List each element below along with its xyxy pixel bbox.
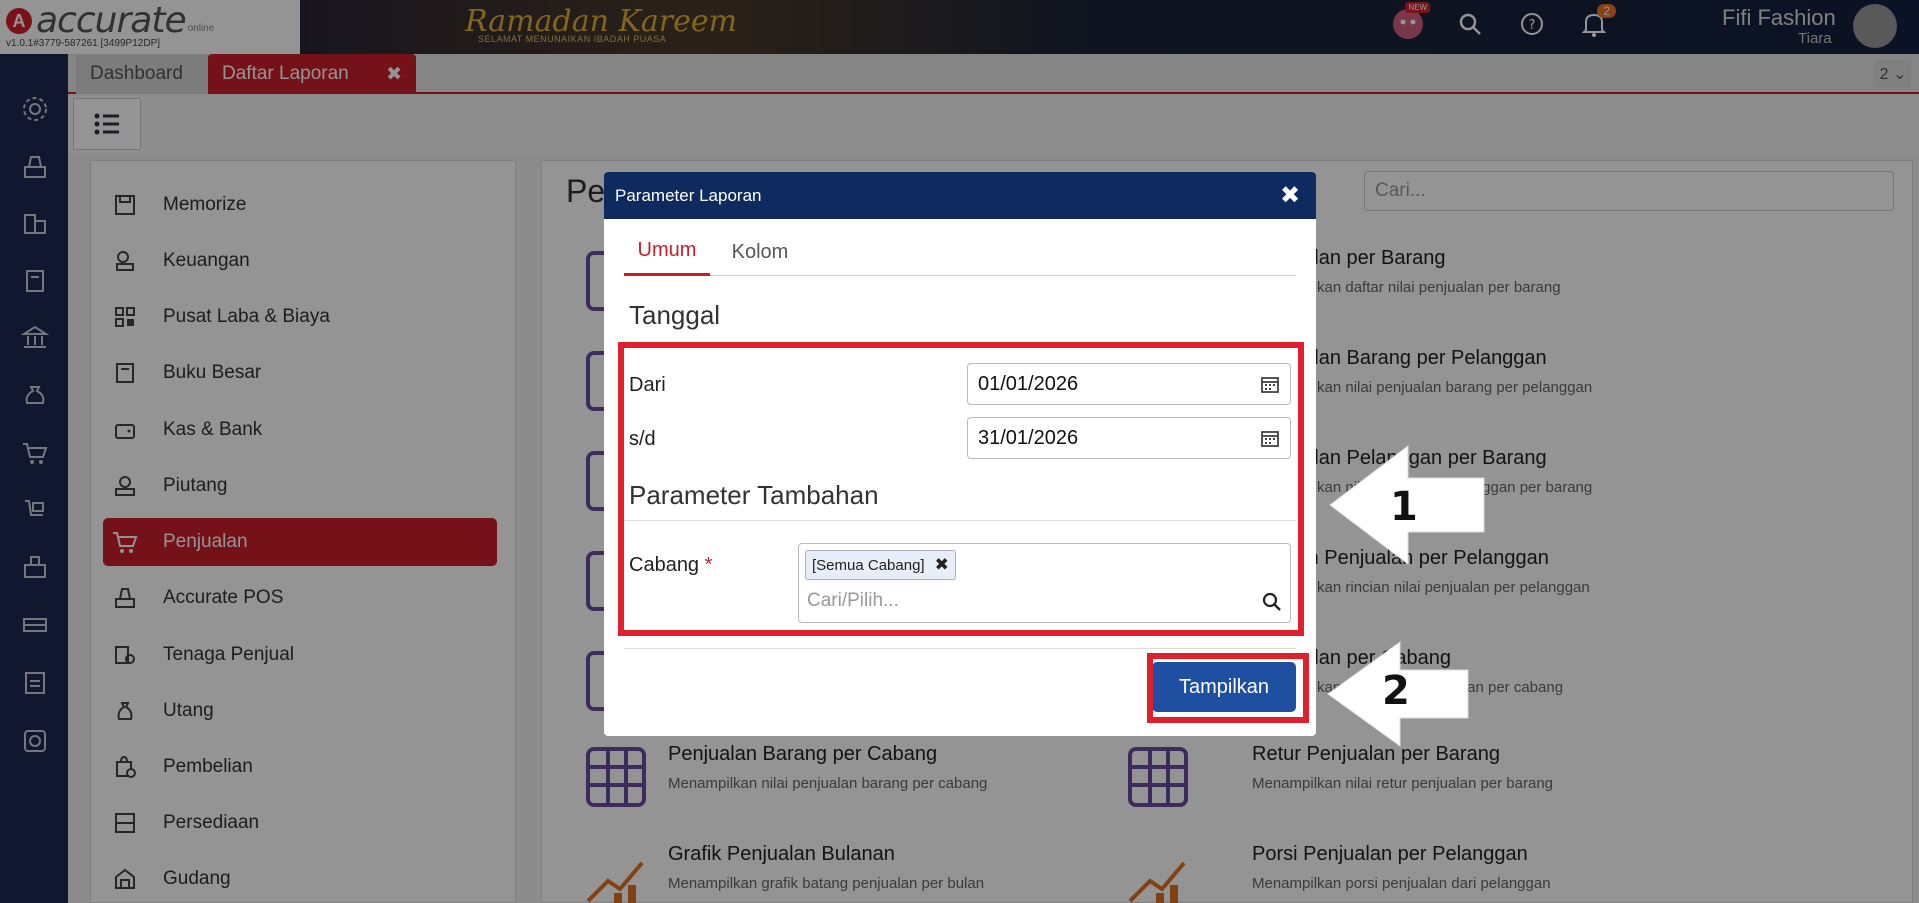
tab-umum[interactable]: Umum bbox=[624, 228, 710, 276]
divider bbox=[624, 648, 1296, 649]
annotation-number-1: 1 bbox=[1390, 484, 1418, 530]
dialog-title: Parameter Laporan bbox=[615, 185, 762, 205]
dialog-tabs: Umum Kolom bbox=[624, 228, 1296, 276]
close-icon[interactable]: ✖ bbox=[1276, 181, 1304, 210]
dialog-header: Parameter Laporan ✖ bbox=[604, 172, 1316, 219]
tab-kolom[interactable]: Kolom bbox=[724, 228, 796, 276]
highlight-box-2 bbox=[1147, 653, 1309, 723]
section-tanggal: Tanggal bbox=[629, 300, 721, 330]
highlight-box-1 bbox=[618, 342, 1304, 636]
annotation-number-2: 2 bbox=[1382, 668, 1410, 714]
